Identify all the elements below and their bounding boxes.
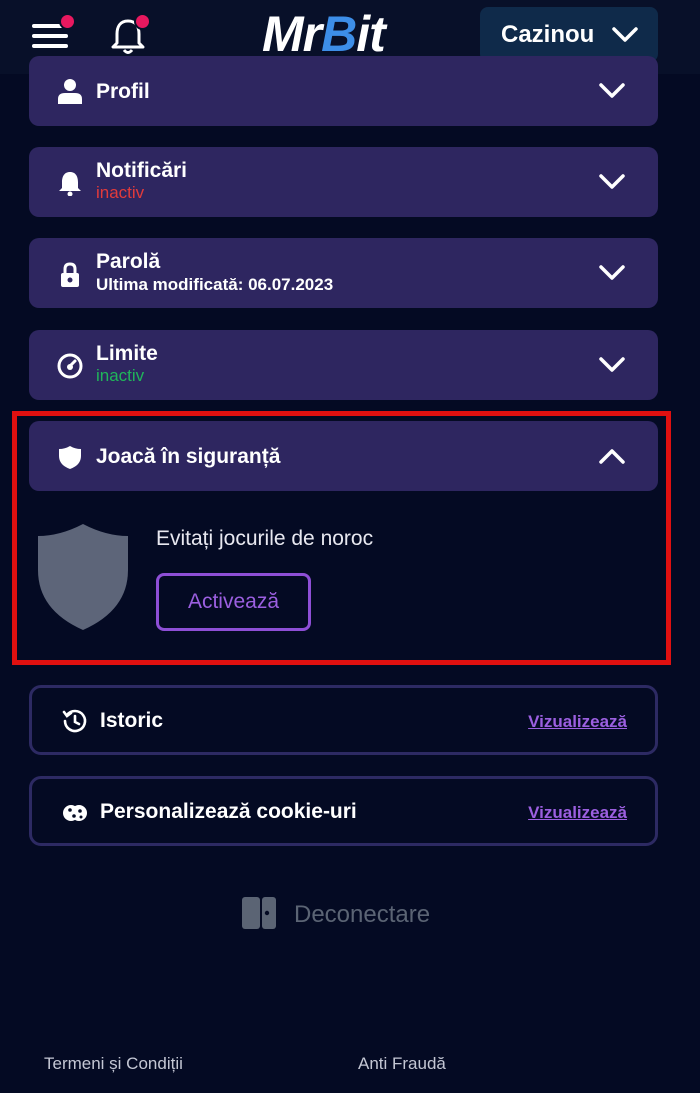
history-view-link[interactable]: Vizualizează xyxy=(528,712,627,732)
mrbit-logo[interactable]: MrBit xyxy=(262,6,386,62)
lock-icon xyxy=(61,262,79,287)
cookies-view-link[interactable]: Vizualizează xyxy=(528,803,627,823)
status-text: inactiv xyxy=(96,366,145,385)
gauge-icon xyxy=(57,353,83,379)
history-icon xyxy=(62,709,87,733)
bell-icon[interactable] xyxy=(110,13,151,55)
chevron-down-icon xyxy=(599,83,625,98)
chevron-up-icon xyxy=(599,449,625,464)
notification-dot xyxy=(59,13,76,30)
profile-card[interactable]: Profil xyxy=(29,56,658,126)
notifications-card[interactable]: Notificări inactiv xyxy=(29,147,658,217)
chevron-down-icon xyxy=(599,265,625,280)
logout-icon xyxy=(242,897,276,929)
terms-link[interactable]: Termeni și Condiții xyxy=(44,1054,183,1074)
logout-label: Deconectare xyxy=(294,901,431,928)
activate-button[interactable]: Activează xyxy=(156,573,311,631)
card-title: Personalizează cookie-uri xyxy=(100,800,357,823)
card-title: Limite xyxy=(96,342,158,365)
menu-icon[interactable] xyxy=(32,13,76,50)
shield-icon xyxy=(38,524,128,630)
last-modified-text: Ultima modificată: 06.07.2023 xyxy=(96,275,334,294)
safe-play-text: Evitați jocurile de noroc xyxy=(156,527,374,550)
card-title: Profil xyxy=(96,80,150,103)
cookie-icon xyxy=(63,805,87,821)
casino-dropdown-button[interactable]: Cazinou xyxy=(480,7,658,62)
history-card: Istoric Vizualizează xyxy=(29,685,658,755)
card-title: Istoric xyxy=(100,709,164,732)
safe-play-card[interactable]: Joacă în siguranță xyxy=(29,421,658,491)
chevron-down-icon xyxy=(599,174,625,189)
shield-icon xyxy=(59,446,81,469)
status-text: inactiv xyxy=(96,183,145,202)
chevron-down-icon xyxy=(612,27,638,42)
card-title: Parolă xyxy=(96,250,161,273)
bell-icon xyxy=(59,172,81,196)
user-icon xyxy=(58,79,82,104)
password-card[interactable]: Parolă Ultima modificată: 06.07.2023 xyxy=(29,238,658,308)
chevron-down-icon xyxy=(599,357,625,372)
cookies-card: Personalizează cookie-uri Vizualizează xyxy=(29,776,658,846)
limits-card[interactable]: Limite inactiv xyxy=(29,330,658,400)
notification-dot xyxy=(134,13,151,30)
card-title: Joacă în siguranță xyxy=(96,445,281,468)
casino-label: Cazinou xyxy=(501,21,595,48)
card-title: Notificări xyxy=(96,159,188,182)
anti-fraud-link[interactable]: Anti Fraudă xyxy=(358,1054,446,1074)
